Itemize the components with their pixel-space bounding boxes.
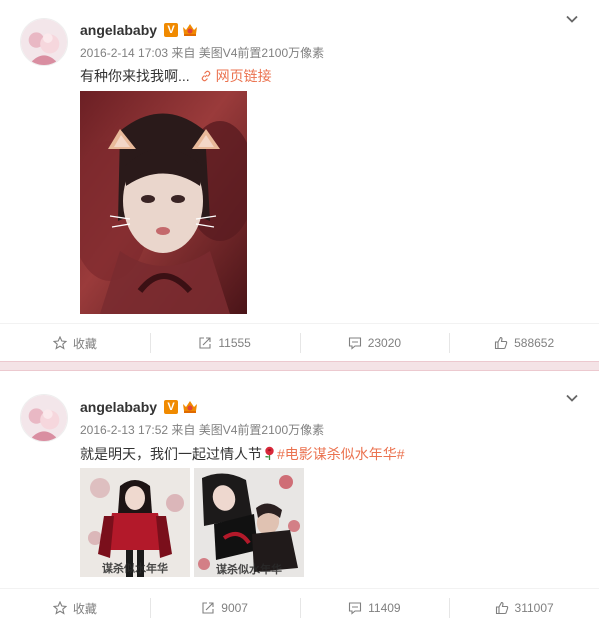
timestamp[interactable]: 2016-2-14 17:03 xyxy=(80,46,171,60)
link-icon xyxy=(201,70,211,82)
post-text-body: 就是明天，我们一起过情人节 xyxy=(80,446,262,462)
repost-button[interactable]: 9007 xyxy=(149,589,300,627)
verified-badge: V xyxy=(164,23,178,37)
post-photo[interactable]: 谋杀似水年华 xyxy=(80,468,190,577)
repost-icon xyxy=(199,337,211,349)
star-icon xyxy=(52,336,67,350)
post-photo[interactable]: 谋杀似水年华 xyxy=(194,468,304,577)
comment-icon xyxy=(348,337,361,350)
web-link[interactable]: 网页链接 xyxy=(200,68,272,84)
favorite-label: 收藏 xyxy=(72,336,97,351)
chevron-down-icon[interactable] xyxy=(565,12,579,26)
source[interactable]: 美图V4前置2100万像素 xyxy=(199,423,324,437)
thumbs-up-icon xyxy=(495,601,508,615)
weibo-post: angelababy V 2016-2-13 17:52 来自 美图V4前置21… xyxy=(0,371,599,626)
repost-count: 11555 xyxy=(218,336,251,350)
like-count: 588652 xyxy=(514,336,555,350)
like-button[interactable]: 311007 xyxy=(449,589,599,627)
post-text: 有种你来找我啊... 网页链接 xyxy=(80,66,272,86)
web-link-label: 网页链接 xyxy=(215,68,272,84)
vip-crown-icon xyxy=(183,24,197,36)
repost-icon xyxy=(202,602,214,614)
avatar[interactable] xyxy=(20,18,68,66)
source[interactable]: 美图V4前置2100万像素 xyxy=(199,46,324,60)
comment-count: 23020 xyxy=(367,336,402,350)
timestamp[interactable]: 2016-2-13 17:52 xyxy=(80,423,171,437)
source-prefix: 来自 xyxy=(171,423,199,437)
chevron-down-icon[interactable] xyxy=(565,391,579,405)
repost-count: 9007 xyxy=(221,601,248,615)
avatar[interactable] xyxy=(20,394,68,442)
rose-icon xyxy=(265,446,274,460)
star-icon xyxy=(52,601,67,615)
repost-button[interactable]: 11555 xyxy=(149,324,300,362)
comment-icon xyxy=(349,602,362,615)
thumbs-up-icon xyxy=(495,336,508,350)
favorite-button[interactable]: 收藏 xyxy=(0,589,150,627)
username[interactable]: angelababy xyxy=(80,22,157,38)
svg-text:谋杀似水年华: 谋杀似水年华 xyxy=(102,561,168,575)
favorite-label: 收藏 xyxy=(72,601,97,616)
action-bar: 收藏 9007 11409 311007 xyxy=(0,588,599,627)
like-button[interactable]: 588652 xyxy=(449,324,599,362)
hashtag-link[interactable]: #电影谋杀似水年华# xyxy=(277,446,405,462)
post-text-body: 有种你来找我啊... xyxy=(80,68,190,84)
post-photo[interactable] xyxy=(80,91,247,314)
post-text: 就是明天，我们一起过情人节 #电影谋杀似水年华# xyxy=(80,444,405,464)
action-bar: 收藏 11555 23020 588652 xyxy=(0,323,599,362)
post-meta: 2016-2-13 17:52 来自 美图V4前置2100万像素 xyxy=(80,421,324,438)
verified-badge: V xyxy=(164,400,178,414)
post-meta: 2016-2-14 17:03 来自 美图V4前置2100万像素 xyxy=(80,44,324,61)
svg-text:谋杀似水年华: 谋杀似水年华 xyxy=(216,562,282,576)
favorite-button[interactable]: 收藏 xyxy=(0,324,150,362)
username[interactable]: angelababy xyxy=(80,399,157,415)
vip-crown-icon xyxy=(183,401,197,413)
comment-button[interactable]: 11409 xyxy=(299,589,450,627)
weibo-post: angelababy V 2016-2-14 17:03 来自 美图V4前置21… xyxy=(0,0,599,361)
comment-count: 11409 xyxy=(368,601,401,615)
comment-button[interactable]: 23020 xyxy=(299,324,450,362)
feed-separator xyxy=(0,361,599,371)
source-prefix: 来自 xyxy=(171,46,199,60)
like-count: 311007 xyxy=(514,601,554,615)
